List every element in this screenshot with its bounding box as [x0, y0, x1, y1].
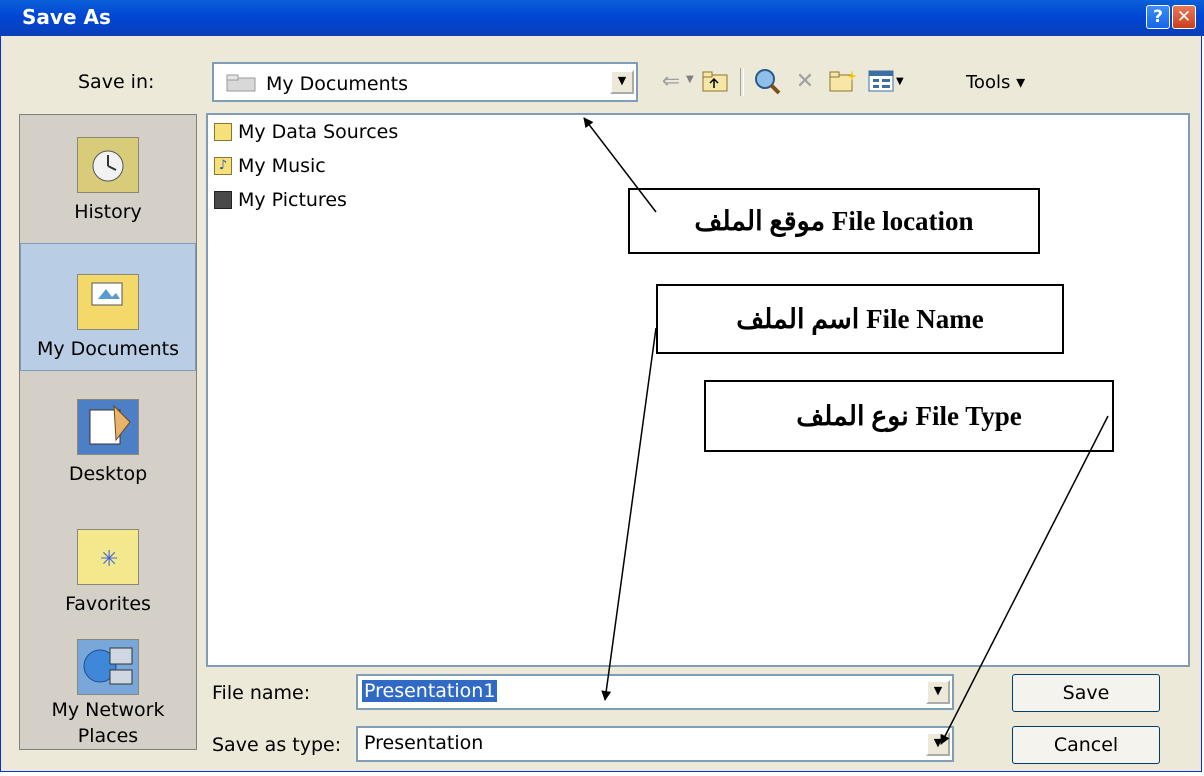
- arrow-to-file-name: [601, 327, 657, 701]
- arrow-to-save-in: [583, 117, 657, 213]
- arrow-to-save-type: [940, 415, 1109, 745]
- annotation-arrows: [583, 117, 1109, 745]
